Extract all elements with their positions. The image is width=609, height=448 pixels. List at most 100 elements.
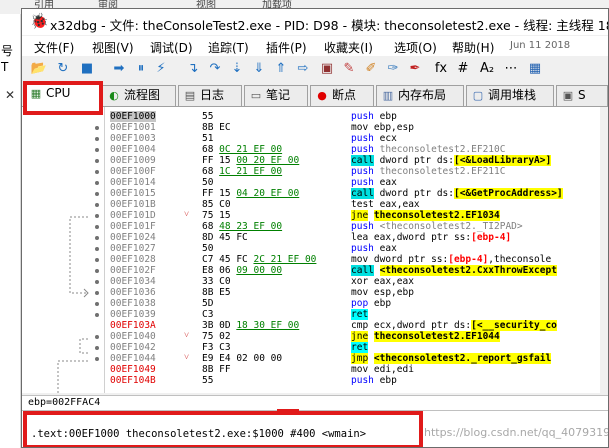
- disassembly-row[interactable]: 00EF1028 C7 45 FC 2C 21 EF 00 mov dword pt…: [22, 254, 608, 265]
- scylla-icon[interactable]: ▣: [318, 60, 336, 78]
- disassembly-row[interactable]: 00EF100F 68 1C 21 EF 00 push theconsoletes…: [22, 166, 608, 177]
- tab-seh[interactable]: ▣ S: [556, 85, 608, 106]
- label-icon[interactable]: ✑: [384, 60, 402, 78]
- disassembly-row[interactable]: 00EF1039 C3 ret: [22, 309, 608, 320]
- animate-icon[interactable]: ⚡: [152, 60, 170, 78]
- disassembly-row[interactable]: 00EF1027 50 push eax: [22, 243, 608, 254]
- menu-favourites[interactable]: 收藏夹(I): [324, 39, 373, 56]
- menu-help[interactable]: 帮助(H): [452, 39, 494, 56]
- breakpoint-marker[interactable]: [95, 126, 99, 130]
- execute-till-return-icon[interactable]: ⇑: [272, 60, 290, 78]
- tab-memory-map[interactable]: ▥ 内存布局: [376, 85, 464, 106]
- disassembly-row[interactable]: 00EF1044 ˅ E9 E4 02 00 00 jmp <theconsolete…: [22, 353, 608, 364]
- breakpoint-marker[interactable]: [95, 148, 99, 152]
- comment-icon[interactable]: ✐: [362, 60, 380, 78]
- disassembly-row[interactable]: 00EF1015 FF 15 04 20 EF 00 call dword ptr …: [22, 188, 608, 199]
- breakpoint-marker[interactable]: [95, 269, 99, 273]
- tab-log[interactable]: ▤ 日志: [178, 85, 242, 106]
- step-over-icon[interactable]: ↷: [206, 60, 224, 78]
- row-bytes: 75 15: [202, 210, 231, 221]
- bookmark-icon[interactable]: ✒: [406, 60, 424, 78]
- breakpoint-marker[interactable]: [95, 170, 99, 174]
- breakpoint-marker[interactable]: [95, 335, 99, 339]
- breakpoint-marker[interactable]: [95, 247, 99, 251]
- calculator-icon[interactable]: ▦: [526, 60, 544, 78]
- background-close-icon[interactable]: ✕: [5, 88, 15, 102]
- disassembly-row[interactable]: 00EF104B 55 push ebp: [22, 375, 608, 386]
- breakpoint-marker[interactable]: [95, 181, 99, 185]
- disassembly-row[interactable]: 00EF101F 68 48 23 EF 00 push <theconsolete…: [22, 221, 608, 232]
- row-instruction: push ebp: [351, 375, 397, 386]
- breakpoint-marker[interactable]: [95, 280, 99, 284]
- tab-cpu[interactable]: ▦ CPU: [24, 83, 100, 107]
- disassembly-row[interactable]: 00EF1024 8D 45 FC lea eax,dword ptr ss:[eb…: [22, 232, 608, 243]
- open-icon[interactable]: 📂: [30, 60, 48, 78]
- function-icon[interactable]: fx: [432, 60, 450, 78]
- menu-options[interactable]: 选项(O): [394, 39, 437, 56]
- menu-view[interactable]: 视图(V): [92, 39, 134, 56]
- restart-icon[interactable]: ↻: [54, 60, 72, 78]
- disassembly-row[interactable]: 00EF102F E8 06 09 00 00 call <theconsolete…: [22, 265, 608, 276]
- disassembly-row[interactable]: 00EF1042 F3 C3 ret: [22, 342, 608, 353]
- vertical-scrollbar[interactable]: [600, 107, 608, 393]
- disassembly-row[interactable]: 00EF1009 FF 15 00 20 EF 00 call dword ptr …: [22, 155, 608, 166]
- row-bytes: C7 45 FC 2C 21 EF 00: [202, 254, 316, 265]
- disassembly-row[interactable]: 00EF1004 68 0C 21 EF 00 push theconsoletes…: [22, 144, 608, 155]
- menu-file[interactable]: 文件(F): [34, 39, 74, 56]
- disassembly-view[interactable]: 00EF1000 55 push ebp 00EF1001 8B EC mov ebp,e…: [22, 107, 608, 393]
- instruction-part: push: [351, 375, 374, 386]
- byte-segment: 09 00 00: [236, 265, 283, 276]
- byte-segment: 51: [202, 133, 214, 144]
- breakpoint-marker[interactable]: [95, 214, 99, 218]
- disassembly-row[interactable]: 00EF1040 ˅ 75 02 jne theconsoletest2.EF1044: [22, 331, 608, 342]
- menu-debug[interactable]: 调试(D): [150, 39, 193, 56]
- log-icon: ▤: [184, 89, 196, 102]
- run-icon[interactable]: ➡: [110, 60, 128, 78]
- disassembly-row[interactable]: 00EF101B 85 C0 test eax,eax: [22, 199, 608, 210]
- disassembly-row[interactable]: 00EF1003 51 push ecx: [22, 133, 608, 144]
- disassembly-row[interactable]: 00EF1038 5D pop ebp: [22, 298, 608, 309]
- disassembly-row[interactable]: 00EF1001 8B EC mov ebp,esp: [22, 122, 608, 133]
- breakpoint-marker[interactable]: [95, 225, 99, 229]
- breakpoint-marker[interactable]: [95, 137, 99, 141]
- breakpoint-marker[interactable]: [95, 258, 99, 262]
- instruction-part: ebp: [373, 298, 392, 309]
- breakpoint-marker[interactable]: [95, 357, 99, 361]
- tab-call-stack[interactable]: ▢ 调用堆栈: [466, 85, 554, 106]
- menu-trace[interactable]: 追踪(T): [208, 39, 249, 56]
- row-bytes: 68 0C 21 EF 00: [202, 144, 282, 155]
- row-instruction: jmp <theconsoletest2._report_gsfail: [351, 353, 552, 364]
- tab-notes[interactable]: ▭ 笔记: [244, 85, 308, 106]
- menu-plugins[interactable]: 插件(P): [266, 39, 307, 56]
- breakpoint-marker[interactable]: [95, 302, 99, 306]
- instruction-part: [<__security_co: [471, 320, 557, 331]
- strings-icon[interactable]: ⋯: [502, 60, 520, 78]
- breakpoint-marker[interactable]: [95, 313, 99, 317]
- step-into-icon[interactable]: ↴: [184, 60, 202, 78]
- hash-icon[interactable]: #: [454, 60, 472, 78]
- trace-over-icon[interactable]: ⇓: [250, 60, 268, 78]
- trace-into-icon[interactable]: ⇣: [228, 60, 246, 78]
- tab-graph[interactable]: ◐ 流程图: [102, 85, 176, 106]
- breakpoint-marker[interactable]: [95, 346, 99, 350]
- disassembly-row[interactable]: 00EF1049 8B FF mov edi,edi: [22, 364, 608, 375]
- run-to-user-code-icon[interactable]: ⇨: [294, 60, 312, 78]
- patch-icon[interactable]: ✎: [340, 60, 358, 78]
- breakpoint-marker[interactable]: [95, 236, 99, 240]
- breakpoint-marker[interactable]: [95, 192, 99, 196]
- disassembly-row[interactable]: 00EF1000 55 push ebp: [22, 111, 608, 122]
- disassembly-row[interactable]: 00EF103A 3B 0D 18 30 EF 00 cmp ecx,dword p…: [22, 320, 608, 331]
- close-icon[interactable]: ■: [78, 60, 96, 78]
- tab-label: CPU: [46, 86, 71, 100]
- disassembly-row[interactable]: 00EF1036 8B E5 mov esp,ebp: [22, 287, 608, 298]
- disassembly-row[interactable]: 00EF1014 50 push eax: [22, 177, 608, 188]
- pause-icon[interactable]: ⏸: [132, 60, 150, 78]
- disassembly-row[interactable]: 00EF1034 33 C0 xor eax,eax: [22, 276, 608, 287]
- instruction-part: jne: [351, 210, 369, 221]
- cmd-icon[interactable]: A₂: [478, 60, 496, 78]
- breakpoint-marker[interactable]: [95, 203, 99, 207]
- tab-breakpoints[interactable]: ● 断点: [310, 85, 374, 106]
- breakpoint-marker[interactable]: [95, 291, 99, 295]
- breakpoint-marker[interactable]: [95, 159, 99, 163]
- disassembly-row[interactable]: 00EF101D ˅ 75 15 jne theconsoletest2.EF1034: [22, 210, 608, 221]
